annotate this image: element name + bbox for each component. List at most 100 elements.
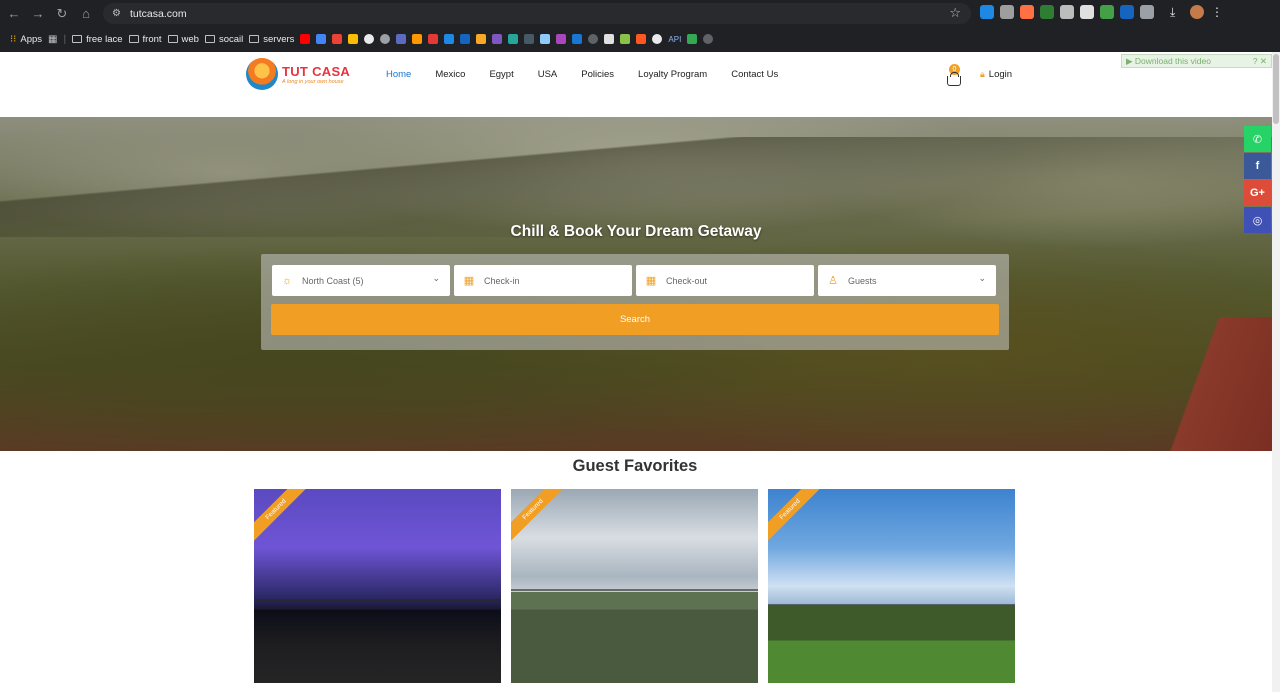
bookmark-icon[interactable]: [476, 34, 487, 44]
user-icon: ♙: [828, 275, 838, 287]
bookmark-icon[interactable]: [492, 34, 503, 44]
bookmark-icon[interactable]: [460, 34, 471, 44]
drive-bookmark-icon[interactable]: [348, 34, 359, 44]
bookmark-icon[interactable]: [652, 34, 663, 44]
bookmark-icon[interactable]: [572, 34, 583, 44]
property-photo[interactable]: [768, 489, 1015, 683]
fence-decoration: [768, 604, 1015, 606]
checkin-field[interactable]: ▦ Check-in: [454, 265, 632, 296]
bookmark-icon[interactable]: [444, 34, 455, 44]
forward-icon[interactable]: →: [26, 2, 50, 26]
property-card[interactable]: Featured: [254, 489, 501, 683]
bookmark-separator: |: [63, 33, 67, 45]
search-button[interactable]: Search: [271, 304, 999, 335]
home-icon[interactable]: ⌂: [74, 2, 98, 26]
bookmark-folder-web[interactable]: web: [167, 34, 199, 45]
nav-mexico[interactable]: Mexico: [435, 69, 465, 80]
bookmark-icon[interactable]: [396, 34, 407, 44]
nav-loyalty-program[interactable]: Loyalty Program: [638, 69, 707, 80]
extension-icon[interactable]: [1020, 5, 1034, 19]
download-video-controls: ? ✕: [1253, 56, 1267, 67]
chevron-down-icon: ⌄: [978, 273, 986, 283]
bookmark-icon[interactable]: [428, 34, 439, 44]
bookmark-icon[interactable]: [508, 34, 519, 44]
bookmark-icon[interactable]: [556, 34, 567, 44]
web-page: TUT CASA A long in your own house Home M…: [0, 52, 1272, 692]
extension-icon[interactable]: [1100, 5, 1114, 19]
translate-bookmark-icon[interactable]: [316, 34, 327, 44]
property-photo[interactable]: [511, 489, 758, 683]
bookmark-folder-servers[interactable]: servers: [249, 34, 294, 45]
cart-icon: [947, 72, 961, 86]
property-photo[interactable]: [254, 489, 501, 683]
nav-contact-us[interactable]: Contact Us: [731, 69, 778, 80]
bookmark-icon[interactable]: [540, 34, 551, 44]
browser-menu-icon[interactable]: ⋮: [1210, 5, 1224, 19]
address-bar[interactable]: ⚙ tutcasa.com ☆: [103, 3, 971, 24]
bookmark-folder-socail[interactable]: socail: [204, 34, 243, 45]
bookmark-folder-front[interactable]: front: [128, 34, 162, 45]
bookmark-api[interactable]: API: [668, 35, 681, 44]
web-bookmark-icon[interactable]: [380, 34, 391, 44]
hero-background-ridge: [0, 137, 1272, 237]
bookmark-folder-free-lace[interactable]: free lace: [72, 34, 123, 45]
close-icon[interactable]: ✕: [1260, 56, 1267, 66]
bookmark-icon[interactable]: [604, 34, 615, 44]
logo-text: TUT CASA A long in your own house: [282, 64, 350, 85]
nav-egypt[interactable]: Egypt: [489, 69, 513, 80]
sun-icon: ☼: [281, 274, 293, 287]
nav-policies[interactable]: Policies: [581, 69, 614, 80]
nav-home[interactable]: Home: [386, 69, 411, 80]
whatsapp-icon[interactable]: ✆: [1244, 126, 1271, 152]
extension-icon[interactable]: [1080, 5, 1094, 19]
property-card[interactable]: Featured: [511, 489, 758, 683]
google-plus-icon[interactable]: G+: [1244, 180, 1271, 206]
extension-icon[interactable]: [1040, 5, 1054, 19]
folder-icon: [249, 35, 260, 43]
site-info-icon[interactable]: ⚙: [112, 8, 124, 19]
download-video-label[interactable]: ▶ Download this video: [1126, 56, 1211, 67]
bookmark-icon[interactable]: [524, 34, 535, 44]
bookmark-icon[interactable]: [636, 34, 647, 44]
extensions-menu-icon[interactable]: [1140, 5, 1154, 19]
extension-icon[interactable]: [1060, 5, 1074, 19]
instagram-icon[interactable]: ◎: [1244, 207, 1271, 233]
url-text[interactable]: tutcasa.com: [130, 8, 187, 20]
destination-select[interactable]: ☼ North Coast (5) ⌄: [272, 265, 450, 296]
back-icon[interactable]: ←: [2, 2, 26, 26]
bookmark-icon[interactable]: [412, 34, 423, 44]
guests-select[interactable]: ♙ Guests ⌄: [818, 265, 996, 296]
scrollbar-thumb[interactable]: [1273, 54, 1279, 124]
hero-banner: Chill & Book Your Dream Getaway ☼ North …: [0, 117, 1272, 451]
extension-icon[interactable]: [1000, 5, 1014, 19]
extension-icon[interactable]: [980, 5, 994, 19]
bookmark-apps[interactable]: ⁝⁝ Apps: [10, 34, 42, 45]
calendar-icon: ▦: [645, 275, 657, 287]
logo-tagline: A long in your own house: [282, 78, 344, 85]
property-card[interactable]: Featured: [768, 489, 1015, 683]
download-video-bar[interactable]: ▶ Download this video ? ✕: [1121, 54, 1272, 68]
youtube-bookmark-icon[interactable]: [300, 34, 311, 44]
page-scrollbar[interactable]: [1272, 52, 1280, 692]
cart-button[interactable]: 0: [946, 64, 962, 88]
extension-icon[interactable]: [1120, 5, 1134, 19]
profile-avatar[interactable]: [1190, 5, 1204, 19]
help-icon[interactable]: ?: [1253, 56, 1258, 66]
nav-usa[interactable]: USA: [538, 69, 558, 80]
checkout-placeholder: Check-out: [666, 275, 708, 286]
bookmark-star-icon[interactable]: ☆: [949, 5, 961, 21]
folder-icon: [72, 35, 83, 43]
bookmark-icon[interactable]: [620, 34, 631, 44]
checkout-field[interactable]: ▦ Check-out: [636, 265, 814, 296]
download-icon[interactable]: ⤓: [1170, 5, 1184, 19]
gmail-bookmark-icon[interactable]: [332, 34, 343, 44]
facebook-icon[interactable]: f: [1244, 153, 1271, 179]
bookmark-icon[interactable]: [687, 34, 698, 44]
site-logo[interactable]: TUT CASA A long in your own house: [246, 58, 350, 90]
login-link[interactable]: 🔒︎ Login: [980, 69, 1012, 80]
bookmark-grid[interactable]: ▦: [48, 34, 57, 45]
bookmark-icon[interactable]: [588, 34, 599, 44]
bookmark-icon[interactable]: [703, 34, 714, 44]
reload-icon[interactable]: ↻: [50, 2, 74, 26]
github-bookmark-icon[interactable]: [364, 34, 375, 44]
